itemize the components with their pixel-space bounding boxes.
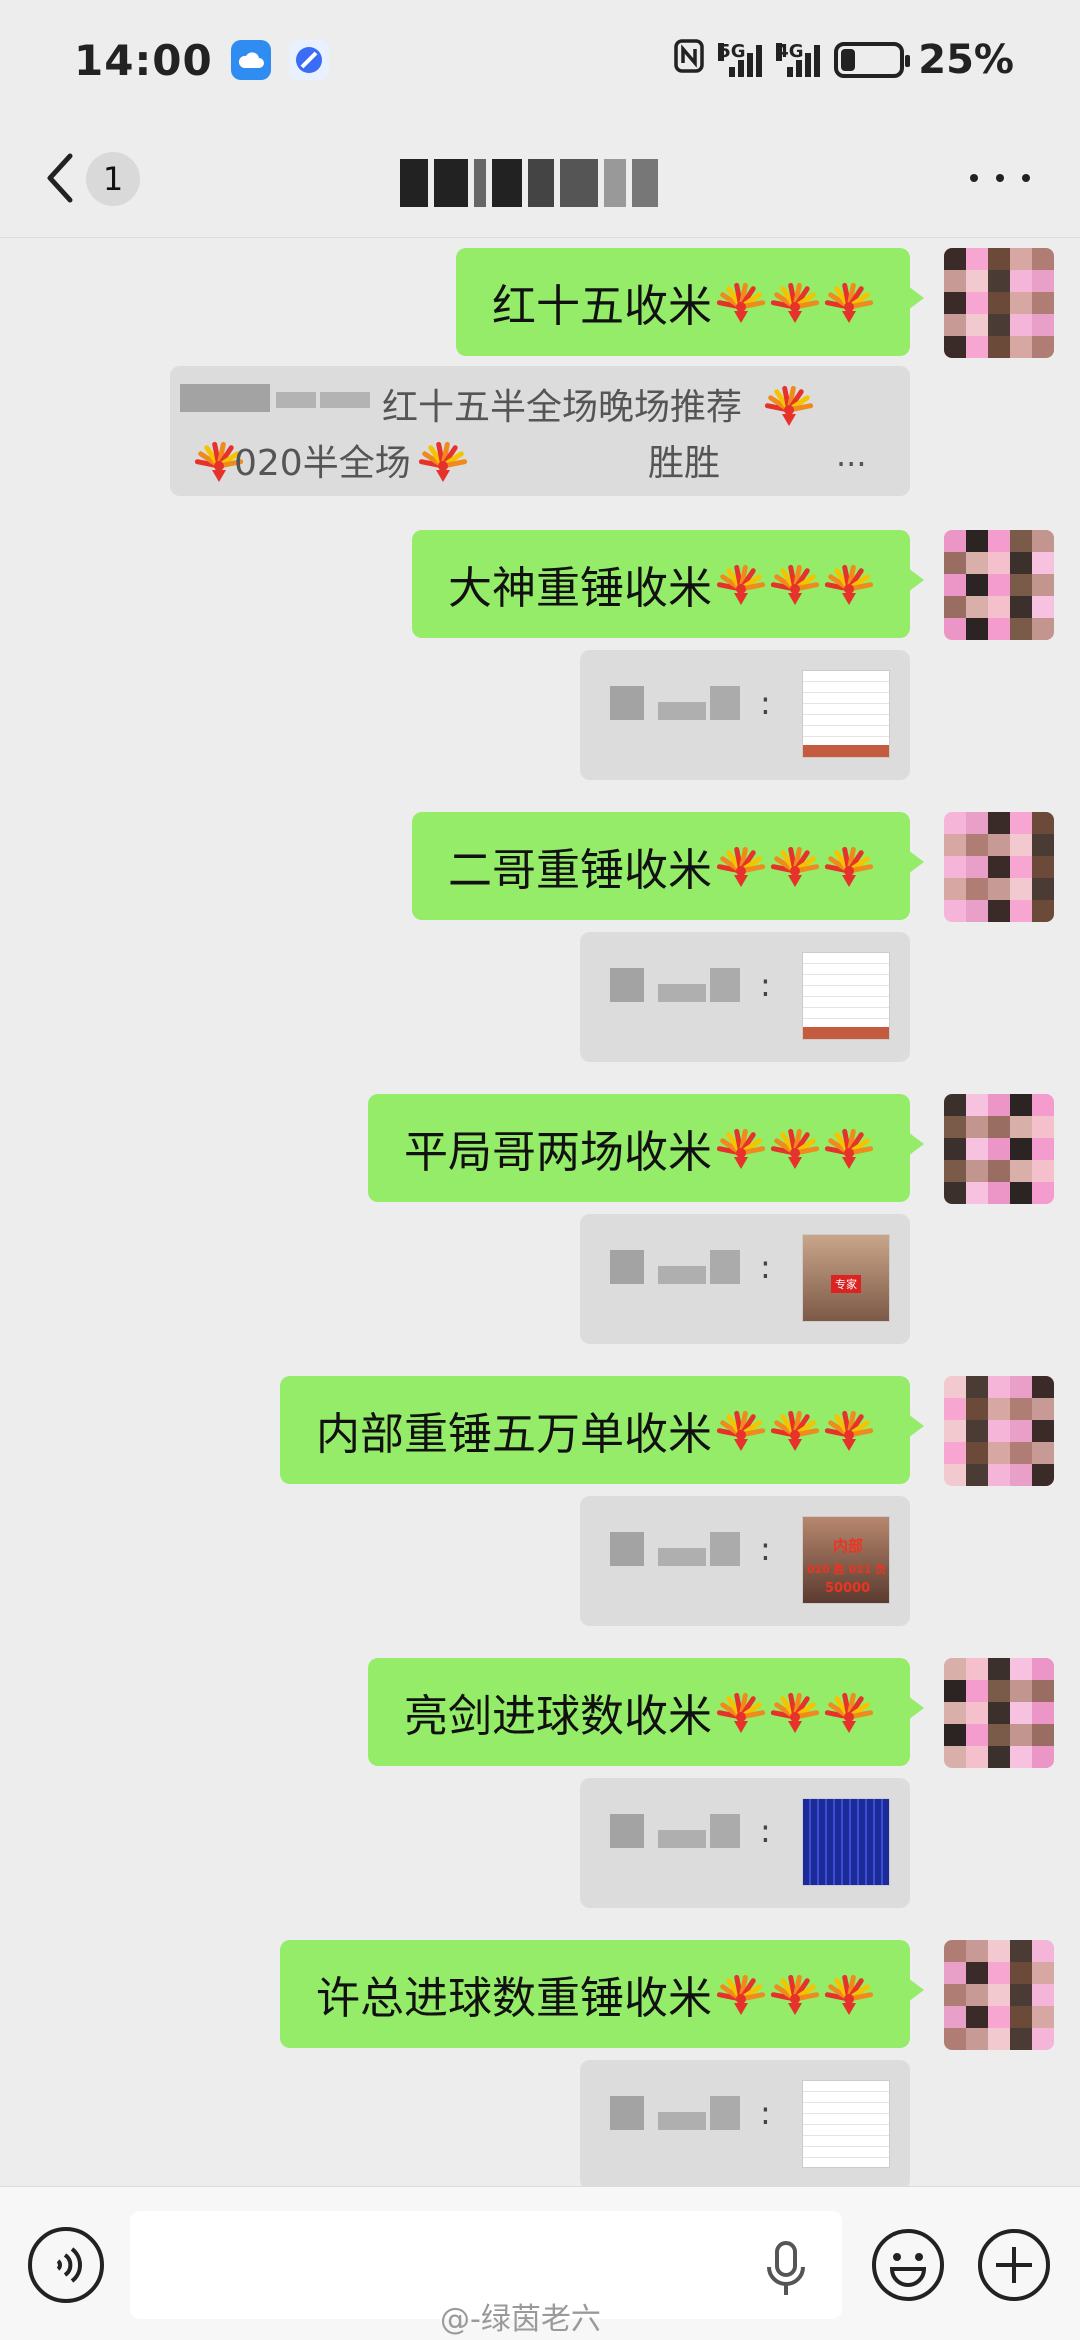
- status-bar: 14:00 5G 4G 25%: [0, 0, 1080, 120]
- battery-percent: 25%: [918, 37, 1014, 83]
- browser-app-icon: [288, 40, 329, 80]
- chevron-left-icon[interactable]: [40, 150, 80, 206]
- fireworks-emoji-icon: [770, 1405, 820, 1455]
- fireworks-emoji-icon: [770, 559, 820, 609]
- status-time: 14:00: [74, 35, 213, 85]
- sender-avatar[interactable]: [944, 248, 1054, 358]
- fireworks-emoji-icon: [716, 1123, 766, 1173]
- title-mosaic: [400, 154, 690, 212]
- fireworks-emoji-icon: [770, 1969, 820, 2019]
- fireworks-emoji-icon: [716, 1405, 766, 1455]
- emoji-icon[interactable]: [870, 2227, 946, 2303]
- fireworks-emoji-icon: [824, 1969, 874, 2019]
- fireworks-emoji-icon: [770, 1123, 820, 1173]
- watermark: @-绿茵老六: [440, 2302, 601, 2337]
- nfc-icon: [674, 37, 704, 83]
- sender-avatar[interactable]: [944, 812, 1054, 922]
- thumb-footer: [803, 1027, 889, 1039]
- quoted-message[interactable]: : 内部 020 胜 021 负 50000: [580, 1496, 910, 1626]
- message-bubble[interactable]: 内部重锤五万单收米: [280, 1376, 924, 1484]
- fireworks-emoji-icon: [716, 559, 766, 609]
- quote-thumbnail[interactable]: [802, 670, 890, 758]
- message-bubble[interactable]: 平局哥两场收米: [368, 1094, 924, 1202]
- fireworks-emoji-icon: [824, 1405, 874, 1455]
- message-bubble[interactable]: 二哥重锤收米: [412, 812, 924, 920]
- message-text: 内部重锤五万单收米: [316, 1409, 712, 1460]
- quote-line-2b: 胜胜: [648, 443, 721, 484]
- fireworks-emoji-icon: [418, 436, 468, 486]
- fireworks-emoji-icon: [716, 277, 766, 327]
- signal-4g-icon: 4G: [776, 43, 821, 77]
- message-text: 平局哥两场收米: [404, 1127, 712, 1178]
- message-list: 红十五收米 红十五半全场晚场推荐 020半全场 胜胜 ... 大神重锤收米 : 二…: [0, 240, 1080, 2190]
- quote-line-2: 020半全场: [234, 443, 411, 484]
- message-text: 许总进球数重锤收米: [316, 1973, 712, 2024]
- quote-colon: :: [760, 1812, 771, 1850]
- sender-avatar[interactable]: [944, 1094, 1054, 1204]
- thumb-line-2: 020 胜 021 负: [807, 1563, 887, 1576]
- quoted-message[interactable]: :: [580, 2060, 910, 2190]
- quote-ellipsis: ...: [836, 436, 867, 474]
- thumb-footer: [803, 745, 889, 757]
- battery-icon: [834, 42, 911, 78]
- sender-avatar[interactable]: [944, 1658, 1054, 1768]
- fireworks-emoji-icon: [824, 1687, 874, 1737]
- sender-avatar[interactable]: [944, 530, 1054, 640]
- quote-thumbnail[interactable]: 专家: [802, 1234, 890, 1322]
- fireworks-emoji-icon: [716, 841, 766, 891]
- fireworks-emoji-icon: [824, 559, 874, 609]
- fireworks-emoji-icon: [770, 277, 820, 327]
- message-bubble[interactable]: 亮剑进球数收米: [368, 1658, 924, 1766]
- quoted-message[interactable]: :: [580, 650, 910, 780]
- quoted-message[interactable]: :: [580, 932, 910, 1062]
- more-dots-icon[interactable]: [970, 168, 1030, 188]
- fireworks-emoji-icon: [770, 1687, 820, 1737]
- fireworks-emoji-icon: [764, 380, 814, 430]
- quote-colon: :: [760, 684, 771, 722]
- quote-line-1: 红十五半全场晚场推荐: [382, 387, 743, 428]
- quote-thumbnail[interactable]: [802, 2080, 890, 2168]
- thumb-line-3: 50000: [825, 1581, 871, 1596]
- message-text: 红十五收米: [492, 281, 712, 332]
- quote-colon: :: [760, 2094, 771, 2132]
- signal-5g-icon: 5G: [718, 43, 763, 77]
- message-bubble[interactable]: 红十五收米: [456, 248, 924, 356]
- quote-thumbnail[interactable]: [802, 1798, 890, 1886]
- sender-avatar[interactable]: [944, 1376, 1054, 1486]
- fireworks-emoji-icon: [824, 277, 874, 327]
- fireworks-emoji-icon: [716, 1969, 766, 2019]
- sender-avatar[interactable]: [944, 1940, 1054, 2050]
- thumb-tag: 专家: [831, 1275, 861, 1293]
- quoted-message[interactable]: : 专家: [580, 1214, 910, 1344]
- quote-colon: :: [760, 1530, 771, 1568]
- status-icons: 5G 4G 25%: [674, 37, 1014, 83]
- unread-badge[interactable]: 1: [86, 152, 140, 206]
- microphone-icon[interactable]: [762, 2239, 810, 2299]
- cloud-app-icon: [230, 40, 271, 80]
- thumb-line-1: 内部: [833, 1537, 864, 1555]
- fireworks-emoji-icon: [770, 841, 820, 891]
- plus-icon[interactable]: [976, 2227, 1052, 2303]
- fireworks-emoji-icon: [716, 1687, 766, 1737]
- quote-thumbnail[interactable]: 内部 020 胜 021 负 50000: [802, 1516, 890, 1604]
- quoted-message[interactable]: 红十五半全场晚场推荐 020半全场 胜胜 ...: [170, 366, 910, 496]
- message-text: 大神重锤收米: [448, 563, 712, 614]
- message-bubble[interactable]: 许总进球数重锤收米: [280, 1940, 924, 2048]
- message-text: 亮剑进球数收米: [404, 1691, 712, 1742]
- message-bubble[interactable]: 大神重锤收米: [412, 530, 924, 638]
- chat-header: 1: [0, 120, 1080, 238]
- fireworks-emoji-icon: [824, 1123, 874, 1173]
- fireworks-emoji-icon: [824, 841, 874, 891]
- voice-toggle-icon[interactable]: [28, 2227, 104, 2303]
- quote-thumbnail[interactable]: [802, 952, 890, 1040]
- message-text: 二哥重锤收米: [448, 845, 712, 896]
- quoted-message[interactable]: :: [580, 1778, 910, 1908]
- quote-colon: :: [760, 1248, 771, 1286]
- quote-colon: :: [760, 966, 771, 1004]
